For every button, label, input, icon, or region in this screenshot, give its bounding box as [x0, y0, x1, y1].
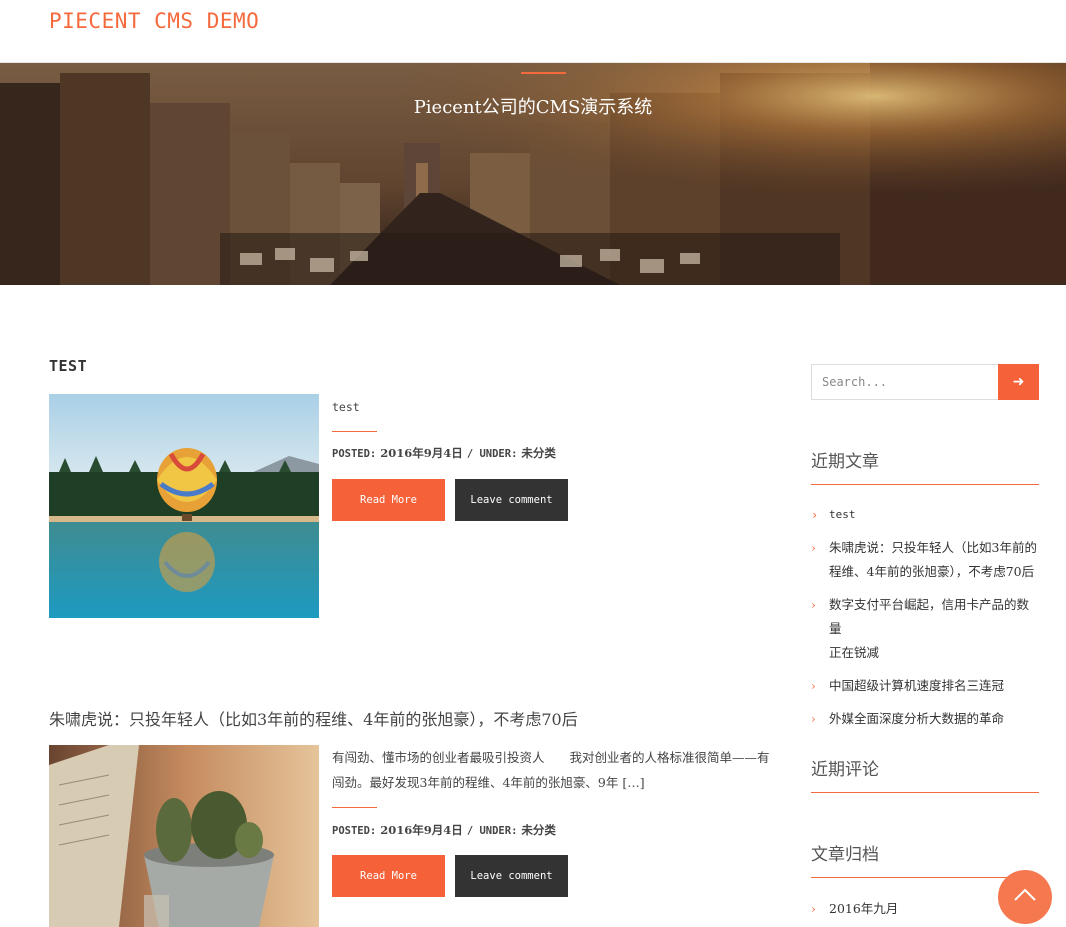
leave-comment-button[interactable]: Leave comment	[455, 479, 568, 521]
recent-post-item[interactable]: › 朱啸虎说：只投年轻人（比如3年前的 程维、4年前的张旭豪），不考虑70后	[811, 536, 1039, 584]
chevron-right-icon: ›	[811, 541, 816, 555]
chevron-right-icon: ›	[811, 902, 816, 916]
arrow-right-icon: ➜	[1012, 374, 1025, 390]
chevron-right-icon: ›	[811, 598, 816, 612]
recent-comments-title: 近期评论	[811, 760, 879, 780]
recent-post-link[interactable]: 中国超级计算机速度排名三连冠	[829, 678, 1004, 693]
hot-air-balloon-image	[49, 394, 319, 618]
search-input[interactable]	[812, 365, 999, 399]
hero-banner: Piecent公司的CMS演示系统	[0, 63, 1066, 285]
read-more-button[interactable]: Read More	[332, 479, 445, 521]
post-separator	[332, 807, 377, 808]
hero-accent-line	[521, 72, 566, 74]
chevron-right-icon: ›	[811, 508, 819, 522]
widget-divider	[811, 484, 1039, 485]
chevron-right-icon: ›	[811, 712, 816, 726]
cactus-image	[49, 745, 319, 927]
post-thumbnail[interactable]	[49, 745, 319, 927]
archive-item[interactable]: › 2016年九月	[811, 897, 898, 921]
excerpt-line: 闯劲。最好发现3年前的程维、4年前的张旭豪、9年 […]	[332, 775, 645, 790]
chevron-up-icon	[1014, 888, 1036, 901]
recent-post-link[interactable]: 数字支付平台崛起，信用卡产品的数量	[829, 593, 1039, 641]
posted-label: POSTED:	[332, 825, 377, 837]
recent-post-link[interactable]: 正在锐减	[829, 641, 1039, 665]
archive-link[interactable]: 2016年九月	[829, 901, 898, 916]
recent-post-link[interactable]: 程维、4年前的张旭豪），不考虑70后	[829, 560, 1039, 584]
post-meta: POSTED: 2016年9月4日 / UNDER: 未分类	[332, 822, 556, 838]
post-date[interactable]: 2016年9月4日	[380, 823, 463, 837]
recent-post-item[interactable]: › 数字支付平台崛起，信用卡产品的数量 正在锐减	[811, 593, 1039, 665]
site-title[interactable]: PIECENT CMS DEMO	[49, 9, 259, 33]
post-date[interactable]: 2016年9月4日	[380, 446, 463, 460]
recent-posts-title: 近期文章	[811, 452, 879, 472]
post-title[interactable]: TEST	[49, 357, 87, 375]
recent-post-link[interactable]: 外媒全面深度分析大数据的革命	[829, 711, 1004, 726]
archives-title: 文章归档	[811, 845, 879, 865]
recent-post-item[interactable]: › 外媒全面深度分析大数据的革命	[811, 707, 1039, 731]
post-thumbnail[interactable]	[49, 394, 319, 618]
widget-divider	[811, 792, 1039, 793]
recent-post-link[interactable]: 朱啸虎说：只投年轻人（比如3年前的	[829, 536, 1039, 560]
recent-post-item[interactable]: › 中国超级计算机速度排名三连冠	[811, 674, 1039, 698]
recent-post-item[interactable]: › test	[811, 503, 1039, 527]
chevron-right-icon: ›	[811, 679, 816, 693]
site-header: PIECENT CMS DEMO	[0, 0, 1066, 63]
post-excerpt: 有闯劲、懂市场的创业者最吸引投资人 我对创业者的人格标准很简单——有 闯劲。最好…	[332, 745, 777, 795]
scroll-to-top-button[interactable]	[998, 870, 1052, 924]
post-separator	[332, 431, 377, 432]
read-more-button[interactable]: Read More	[332, 855, 445, 897]
recent-post-link[interactable]: test	[829, 508, 856, 521]
leave-comment-button[interactable]: Leave comment	[455, 855, 568, 897]
excerpt-line: 有闯劲、懂市场的创业者最吸引投资人 我对创业者的人格标准很简单——有	[332, 750, 770, 765]
hero-tagline: Piecent公司的CMS演示系统	[413, 97, 653, 118]
post-category[interactable]: 未分类	[521, 823, 556, 837]
post-title[interactable]: 朱啸虎说：只投年轻人（比如3年前的程维、4年前的张旭豪），不考虑70后	[49, 706, 578, 730]
posted-label: POSTED:	[332, 448, 377, 460]
under-label: / UNDER:	[466, 448, 518, 460]
post-category[interactable]: 未分类	[521, 446, 556, 460]
recent-posts-list: › test › 朱啸虎说：只投年轻人（比如3年前的 程维、4年前的张旭豪），不…	[811, 503, 1039, 740]
under-label: / UNDER:	[466, 825, 518, 837]
post-meta: POSTED: 2016年9月4日 / UNDER: 未分类	[332, 445, 556, 461]
post-excerpt: test	[332, 400, 360, 414]
search-button[interactable]: ➜	[998, 364, 1039, 400]
search-form: ➜	[811, 364, 1039, 400]
